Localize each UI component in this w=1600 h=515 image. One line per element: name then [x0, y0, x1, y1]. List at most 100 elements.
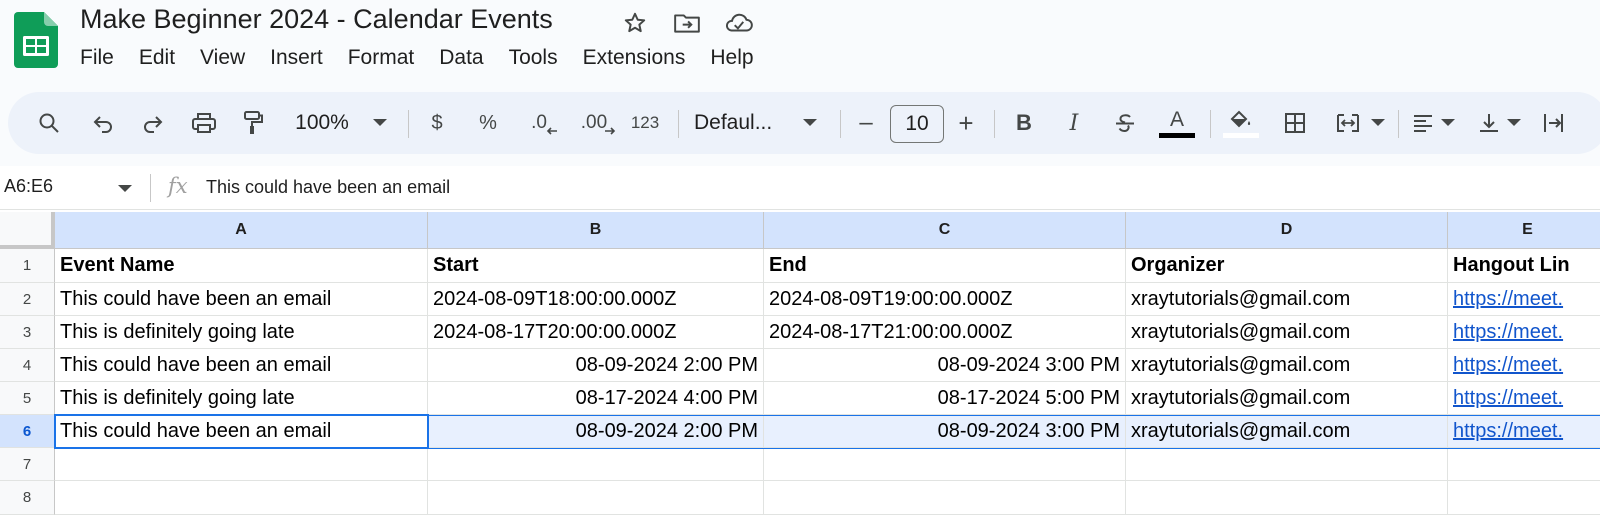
cell-b6[interactable]: 08-09-2024 2:00 PM [428, 415, 764, 448]
cell-e5-link[interactable]: https://meet. [1448, 382, 1600, 415]
percent-format-button[interactable]: % [472, 92, 504, 154]
move-folder-icon[interactable] [672, 8, 702, 38]
cell-c5[interactable]: 08-17-2024 5:00 PM [764, 382, 1126, 415]
cell-a5[interactable]: This is definitely going late [55, 382, 428, 415]
menu-format[interactable]: Format [348, 46, 428, 70]
undo-icon[interactable] [86, 92, 120, 154]
cell-a7[interactable] [55, 448, 428, 481]
text-wrapping-icon[interactable] [1538, 92, 1568, 154]
increase-decimal-button[interactable]: .00 [572, 92, 616, 154]
decrease-font-size-button[interactable]: – [852, 92, 880, 154]
cell-d5[interactable]: xraytutorials@gmail.com [1126, 382, 1448, 415]
cell-e7[interactable] [1448, 448, 1600, 481]
cell-c8[interactable] [764, 481, 1126, 515]
menu-data[interactable]: Data [439, 46, 496, 70]
cell-c4[interactable]: 08-09-2024 3:00 PM [764, 349, 1126, 382]
print-icon[interactable] [186, 92, 222, 154]
vertical-align-icon[interactable] [1474, 92, 1504, 154]
row-header-6[interactable]: 6 [0, 415, 55, 448]
sheets-logo-icon[interactable] [14, 12, 58, 68]
font-family-select[interactable]: Defaul... [694, 92, 788, 154]
cell-b3[interactable]: 2024-08-17T20:00:00.000Z [428, 316, 764, 349]
horizontal-align-icon[interactable] [1408, 92, 1438, 154]
row-header-2[interactable]: 2 [0, 283, 55, 316]
cell-b8[interactable] [428, 481, 764, 515]
valign-dropdown-icon[interactable] [1504, 92, 1524, 154]
cell-d4[interactable]: xraytutorials@gmail.com [1126, 349, 1448, 382]
column-header-d[interactable]: D [1126, 212, 1448, 249]
cell-e2-link[interactable]: https://meet. [1448, 283, 1600, 316]
row-header-8[interactable]: 8 [0, 481, 55, 515]
bold-button[interactable]: B [1010, 92, 1038, 154]
cell-d3[interactable]: xraytutorials@gmail.com [1126, 316, 1448, 349]
cell-d7[interactable] [1126, 448, 1448, 481]
zoom-value[interactable]: 100% [290, 92, 354, 154]
cell-b7[interactable] [428, 448, 764, 481]
cloud-status-icon[interactable] [724, 8, 754, 38]
menu-extensions[interactable]: Extensions [583, 46, 699, 70]
cell-a1[interactable]: Event Name [55, 249, 428, 283]
row-header-4[interactable]: 4 [0, 349, 55, 382]
cell-d2[interactable]: xraytutorials@gmail.com [1126, 283, 1448, 316]
font-dropdown-icon[interactable] [798, 92, 822, 154]
column-header-a[interactable]: A [55, 212, 428, 249]
document-title[interactable]: Make Beginner 2024 - Calendar Events [80, 4, 553, 35]
column-header-b[interactable]: B [428, 212, 764, 249]
cell-e8[interactable] [1448, 481, 1600, 515]
cell-e1[interactable]: Hangout Lin [1448, 249, 1600, 283]
font-size-input[interactable]: 10 [890, 105, 944, 143]
merge-dropdown-icon[interactable] [1368, 92, 1388, 154]
cell-b2[interactable]: 2024-08-09T18:00:00.000Z [428, 283, 764, 316]
cell-b5[interactable]: 08-17-2024 4:00 PM [428, 382, 764, 415]
name-box[interactable]: A6:E6 [4, 176, 53, 197]
italic-button[interactable]: I [1060, 92, 1088, 154]
redo-icon[interactable] [136, 92, 170, 154]
cell-c2[interactable]: 2024-08-09T19:00:00.000Z [764, 283, 1126, 316]
name-box-dropdown-icon[interactable] [118, 180, 132, 198]
merge-cells-icon[interactable] [1330, 92, 1366, 154]
strikethrough-icon[interactable] [1110, 92, 1140, 154]
cell-d1[interactable]: Organizer [1126, 249, 1448, 283]
more-formats-button[interactable]: 123 [624, 92, 666, 154]
cell-c6[interactable]: 08-09-2024 3:00 PM [764, 415, 1126, 448]
borders-icon[interactable] [1280, 92, 1310, 154]
currency-format-button[interactable]: $ [424, 92, 450, 154]
cell-a8[interactable] [55, 481, 428, 515]
cell-a2[interactable]: This could have been an email [55, 283, 428, 316]
increase-font-size-button[interactable]: + [952, 92, 980, 154]
text-color-button[interactable]: A [1158, 92, 1196, 154]
row-header-3[interactable]: 3 [0, 316, 55, 349]
zoom-dropdown-icon[interactable] [368, 92, 392, 154]
cell-a4[interactable]: This could have been an email [55, 349, 428, 382]
cell-b4[interactable]: 08-09-2024 2:00 PM [428, 349, 764, 382]
cell-d6[interactable]: xraytutorials@gmail.com [1126, 415, 1448, 448]
row-header-5[interactable]: 5 [0, 382, 55, 415]
decrease-decimal-button[interactable]: .0 [520, 92, 558, 154]
cell-e6-link[interactable]: https://meet. [1448, 415, 1600, 448]
fill-color-icon[interactable] [1222, 92, 1260, 154]
cell-c1[interactable]: End [764, 249, 1126, 283]
cell-a6[interactable]: This could have been an email [55, 415, 428, 448]
menu-insert[interactable]: Insert [270, 46, 336, 70]
column-header-c[interactable]: C [764, 212, 1126, 249]
star-icon[interactable] [620, 8, 650, 38]
cell-e3-link[interactable]: https://meet. [1448, 316, 1600, 349]
search-icon[interactable] [32, 92, 66, 154]
select-all-corner[interactable] [0, 212, 55, 249]
menu-edit[interactable]: Edit [139, 46, 188, 70]
cell-c7[interactable] [764, 448, 1126, 481]
column-header-e[interactable]: E [1448, 212, 1600, 249]
menu-view[interactable]: View [200, 46, 258, 70]
menu-tools[interactable]: Tools [509, 46, 571, 70]
row-header-7[interactable]: 7 [0, 448, 55, 481]
row-header-1[interactable]: 1 [0, 249, 55, 283]
formula-input[interactable]: This could have been an email [206, 177, 450, 198]
cell-e4-link[interactable]: https://meet. [1448, 349, 1600, 382]
menu-help[interactable]: Help [710, 46, 766, 70]
cell-a3[interactable]: This is definitely going late [55, 316, 428, 349]
cell-b1[interactable]: Start [428, 249, 764, 283]
align-dropdown-icon[interactable] [1438, 92, 1458, 154]
paint-format-icon[interactable] [236, 92, 270, 154]
cell-c3[interactable]: 2024-08-17T21:00:00.000Z [764, 316, 1126, 349]
menu-file[interactable]: File [80, 46, 127, 70]
